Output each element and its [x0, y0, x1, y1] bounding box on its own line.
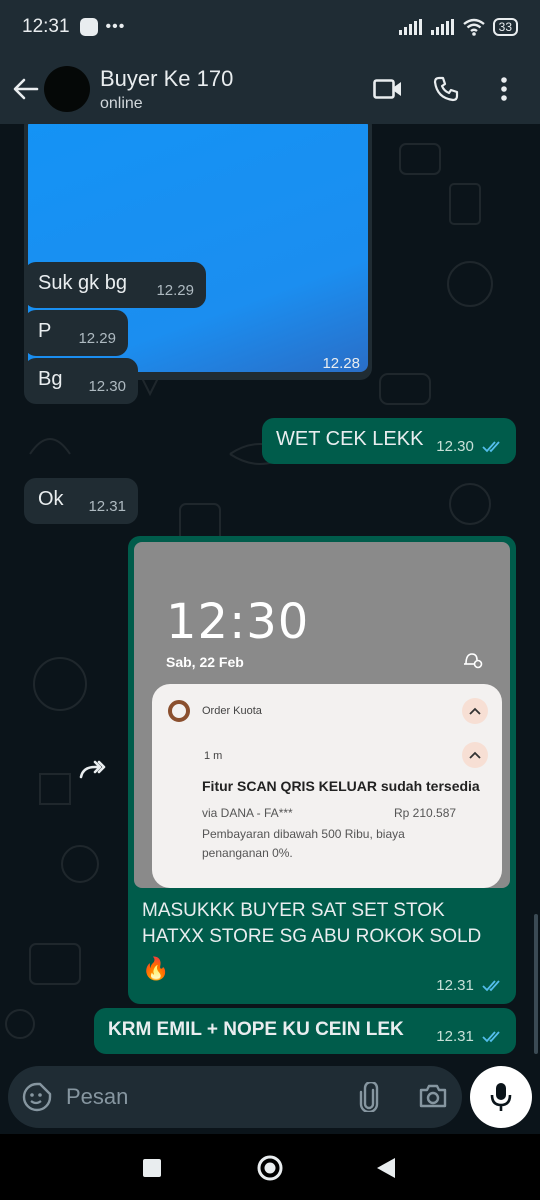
bell-settings-icon: [464, 653, 483, 669]
back-nav-button[interactable]: [372, 1154, 400, 1182]
message-outgoing[interactable]: WET CEK LEKK 12.30: [262, 418, 516, 464]
contact-info[interactable]: Buyer Ke 170 online: [100, 66, 233, 113]
message-outgoing[interactable]: KRM EMIL + NOPE KU CEIN LEK 12.31: [94, 1008, 516, 1054]
message-time: 12.30: [88, 378, 126, 395]
message-time: 12.31: [88, 498, 126, 515]
voice-call-button[interactable]: [430, 73, 462, 105]
status-bar: 12:31 ••• 33: [0, 0, 540, 54]
contact-name: Buyer Ke 170: [100, 65, 234, 91]
image-thumbnail[interactable]: 12:30 Sab, 22 Feb Order Kuota 1 m Fitur …: [134, 542, 510, 888]
video-camera-icon: [373, 79, 401, 99]
compose-bar: [8, 1066, 462, 1128]
camera-button[interactable]: [418, 1083, 448, 1114]
more-options-button[interactable]: [488, 73, 520, 105]
forward-button[interactable]: [76, 752, 112, 788]
arrow-left-icon: [13, 78, 39, 100]
notification-icon: [79, 18, 98, 36]
forward-icon: [79, 760, 106, 779]
notification-card: Order Kuota 1 m Fitur SCAN QRIS KELUAR s…: [152, 684, 502, 888]
more-notifications-icon: •••: [105, 18, 126, 35]
message-image-outgoing[interactable]: 12:30 Sab, 22 Feb Order Kuota 1 m Fitur …: [128, 536, 516, 1004]
battery-icon: 33: [492, 18, 518, 36]
message-incoming[interactable]: Suk gk bg 12.29: [24, 262, 206, 308]
message-incoming[interactable]: P 12.29: [24, 310, 128, 356]
scrollbar[interactable]: [534, 914, 538, 1054]
status-time: 12:31: [22, 16, 70, 37]
triangle-back-icon: [377, 1158, 395, 1178]
camera-icon: [419, 1084, 447, 1108]
message-caption: MASUKKK BUYER SAT SET STOK HATXX STORE S…: [142, 900, 482, 947]
emoji-button[interactable]: [22, 1082, 52, 1117]
chevron-up-icon: [462, 698, 488, 724]
screenshot-clock: 12:30: [166, 594, 310, 650]
message-list[interactable]: 12.28 Suk gk bg 12.29 P 12.29 Bg 12.30 W…: [0, 124, 540, 1064]
message-text: P: [38, 320, 52, 342]
chevron-up-icon: [462, 742, 488, 768]
double-check-icon: [482, 441, 500, 453]
message-time: 12.31: [436, 1028, 474, 1045]
double-check-icon: [482, 980, 500, 992]
phone-icon: [433, 76, 459, 102]
app-icon: [168, 700, 190, 722]
circle-icon: [257, 1155, 283, 1181]
double-check-icon: [482, 1031, 500, 1043]
paperclip-icon: [359, 1080, 379, 1114]
message-time: 12.31: [436, 977, 474, 994]
message-text: Ok: [38, 488, 64, 510]
video-call-button[interactable]: [372, 73, 404, 105]
wifi-icon: [462, 18, 485, 36]
kebab-menu-icon: [501, 77, 507, 101]
message-time: 12.29: [78, 330, 116, 347]
microphone-icon: [490, 1083, 512, 1111]
chat-header: Buyer Ke 170 online: [0, 54, 540, 124]
message-input[interactable]: [66, 1080, 346, 1114]
home-button[interactable]: [256, 1154, 284, 1182]
notification-app-name: Order Kuota: [202, 705, 262, 717]
signal-icon-2: [430, 19, 454, 35]
system-navigation-bar: [0, 1134, 540, 1200]
message-time: 12.30: [436, 438, 474, 455]
notification-amount: Rp 210.587: [394, 806, 457, 820]
avatar[interactable]: [44, 66, 90, 112]
square-icon: [143, 1159, 161, 1177]
message-text: Bg: [38, 368, 63, 390]
message-incoming[interactable]: Ok 12.31: [24, 478, 138, 524]
screenshot-date: Sab, 22 Feb: [166, 654, 244, 670]
recents-button[interactable]: [138, 1154, 166, 1182]
voice-message-button[interactable]: [470, 1066, 532, 1128]
notification-time: 1 m: [204, 750, 223, 762]
message-text: Suk gk bg: [38, 272, 127, 294]
notification-title: Fitur SCAN QRIS KELUAR sudah tersedia: [202, 778, 480, 794]
message-text: KRM EMIL + NOPE KU CEIN LEK: [108, 1019, 404, 1040]
message-time: 12.28: [322, 355, 360, 372]
signal-icon: [398, 19, 422, 35]
attach-button[interactable]: [358, 1080, 380, 1117]
back-button[interactable]: [4, 67, 48, 111]
notification-via: via DANA - FA***: [202, 806, 293, 820]
contact-status: online: [100, 94, 143, 112]
fire-emoji: 🔥: [142, 956, 170, 981]
message-text: WET CEK LEKK: [276, 428, 424, 450]
notification-body: Pembayaran dibawah 500 Ribu, biaya penan…: [202, 827, 405, 860]
message-incoming[interactable]: Bg 12.30: [24, 358, 138, 404]
message-time: 12.29: [156, 282, 194, 299]
sticker-icon: [22, 1082, 52, 1112]
